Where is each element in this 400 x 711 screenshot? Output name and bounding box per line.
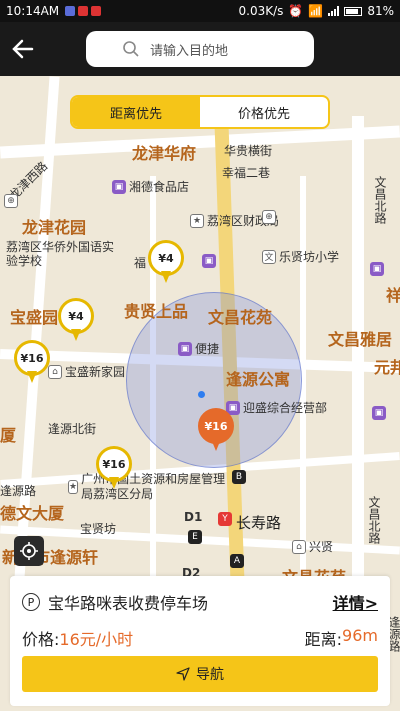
street-label: 幸福二巷 bbox=[222, 166, 271, 180]
poi-marker[interactable]: ⊕ bbox=[262, 210, 276, 224]
navigate-button[interactable]: 导航 bbox=[22, 656, 378, 692]
poi-building[interactable]: 贵贤上品 bbox=[124, 298, 188, 322]
notification-icon bbox=[78, 6, 89, 16]
home-icon: ⌂ bbox=[292, 539, 306, 554]
search-placeholder: 请输入目的地 bbox=[150, 43, 229, 59]
metro-station-label: 长寿路 bbox=[236, 514, 282, 532]
metro-exit[interactable]: A bbox=[230, 554, 244, 568]
back-button[interactable] bbox=[8, 34, 38, 64]
price-value: 16元/小时 bbox=[59, 630, 134, 649]
poi-government[interactable]: ★ 广州市国土资源和房屋管理局荔湾区分局 bbox=[68, 472, 228, 502]
poi-marker[interactable]: ⊕ bbox=[4, 194, 18, 208]
poi-shop[interactable]: ▣ 迎盛综合经营部 bbox=[226, 399, 327, 416]
map-area-label: 元邦 bbox=[374, 358, 400, 377]
search-input[interactable]: 请输入目的地 bbox=[86, 31, 314, 67]
price-pin-selected[interactable]: ¥16 bbox=[198, 408, 234, 454]
poi-home[interactable]: ⌂ 宝盛新家园 bbox=[48, 363, 125, 380]
status-time: 10:14AM bbox=[6, 4, 60, 18]
price-pin[interactable]: ¥16 bbox=[14, 340, 50, 386]
parking-icon: P bbox=[22, 593, 40, 611]
distance-value: 96m bbox=[342, 626, 378, 645]
street-label: 宝贤坊 bbox=[80, 522, 117, 536]
poi-shop[interactable]: ▣ bbox=[370, 262, 384, 276]
sort-price-option[interactable]: 价格优先 bbox=[200, 97, 328, 127]
map-area-label: 文昌花苑 bbox=[208, 308, 273, 327]
search-icon bbox=[123, 41, 139, 57]
metro-exit[interactable]: E bbox=[188, 530, 202, 544]
details-link[interactable]: 详情> bbox=[333, 590, 378, 614]
poi-school[interactable]: 荔湾区华侨外国语实验学校 bbox=[6, 240, 116, 268]
top-bar: 请输入目的地 bbox=[0, 22, 400, 76]
signal-icon bbox=[328, 6, 340, 16]
distance-label: 距离: bbox=[304, 630, 343, 649]
map-area-label: 祥 bbox=[386, 286, 400, 305]
map-area-label: 宝盛园 bbox=[10, 308, 59, 327]
street-label: 华贵横街 bbox=[224, 144, 273, 158]
crosshair-icon bbox=[20, 542, 38, 560]
map-area-label: 龙津华府 bbox=[132, 144, 197, 163]
shop-icon: ▣ bbox=[178, 341, 192, 356]
notification-icon bbox=[65, 6, 76, 16]
battery-icon bbox=[344, 6, 363, 16]
shop-icon: ▣ bbox=[202, 254, 216, 268]
poi-shop[interactable]: ▣ 便捷 bbox=[178, 340, 219, 357]
street-label: 文昌北路 bbox=[373, 176, 387, 224]
parking-detail-card: P 宝华路咪表收费停车场 详情> 价格: 16元/小时 距离: 96m 导航 bbox=[10, 576, 390, 706]
map-area-label: 德文大厦 bbox=[0, 504, 65, 523]
arrow-left-icon bbox=[12, 39, 34, 59]
locate-me-button[interactable] bbox=[14, 536, 44, 566]
navigate-label: 导航 bbox=[196, 667, 224, 683]
alarm-icon: ⏰ bbox=[288, 4, 304, 18]
shop-icon: ▣ bbox=[112, 179, 126, 194]
compass-icon: ⊕ bbox=[4, 194, 18, 208]
card-info-row: 价格: 16元/小时 距离: 96m bbox=[22, 626, 378, 650]
street-label: 逢源北街 bbox=[48, 422, 97, 436]
government-icon: ★ bbox=[68, 480, 79, 494]
status-bar: 10:14AM 0.03K/s ⏰ 📶 81% bbox=[0, 0, 400, 22]
poi-shop[interactable]: ▣ 湘德食品店 bbox=[112, 178, 189, 195]
map-area-label: 龙津花园 bbox=[22, 218, 87, 237]
map-area-label: 逢源公寓 bbox=[226, 370, 291, 389]
current-location-marker bbox=[198, 391, 205, 398]
battery-percent: 81% bbox=[367, 4, 394, 18]
poi-shop[interactable]: 福 bbox=[134, 254, 146, 271]
street-label: 逢源路 bbox=[0, 484, 37, 498]
poi-home[interactable]: ⌂ 兴贤 bbox=[292, 538, 333, 555]
government-icon: ★ bbox=[190, 213, 204, 228]
map-area-label: 厦 bbox=[0, 426, 17, 445]
road bbox=[0, 125, 400, 159]
compass-icon: ⊕ bbox=[262, 210, 276, 224]
wifi-icon: 📶 bbox=[308, 4, 324, 18]
notification-icon bbox=[91, 6, 102, 16]
map-area-label: 文昌雅居 bbox=[328, 330, 393, 349]
net-speed: 0.03K/s bbox=[238, 4, 284, 18]
card-title-row: P 宝华路咪表收费停车场 详情> bbox=[22, 590, 378, 614]
street-label: 文昌北路 bbox=[367, 496, 381, 544]
metro-exit[interactable]: B bbox=[232, 470, 246, 484]
sort-distance-option[interactable]: 距离优先 bbox=[72, 97, 200, 127]
price-pin[interactable]: ¥16 bbox=[96, 446, 132, 492]
school-icon: 文 bbox=[262, 249, 276, 264]
parking-name: 宝华路咪表收费停车场 bbox=[48, 594, 209, 613]
poi-shop[interactable]: ▣ bbox=[372, 406, 386, 420]
price-label: 价格: bbox=[22, 630, 60, 649]
home-icon: ⌂ bbox=[48, 364, 62, 379]
poi-school[interactable]: 文乐贤坊小学 bbox=[262, 248, 339, 265]
price-pin[interactable]: ¥4 bbox=[148, 240, 184, 286]
poi-shop[interactable]: ▣ bbox=[202, 254, 216, 268]
metro-exit[interactable]: D1 bbox=[184, 510, 202, 524]
shop-icon: ▣ bbox=[370, 262, 384, 276]
navigation-arrow-icon bbox=[176, 667, 190, 681]
price-pin[interactable]: ¥4 bbox=[58, 298, 94, 344]
sort-toggle[interactable]: 距离优先 价格优先 bbox=[70, 95, 330, 129]
metro-icon[interactable]: Y bbox=[218, 512, 232, 526]
shop-icon: ▣ bbox=[372, 406, 386, 420]
